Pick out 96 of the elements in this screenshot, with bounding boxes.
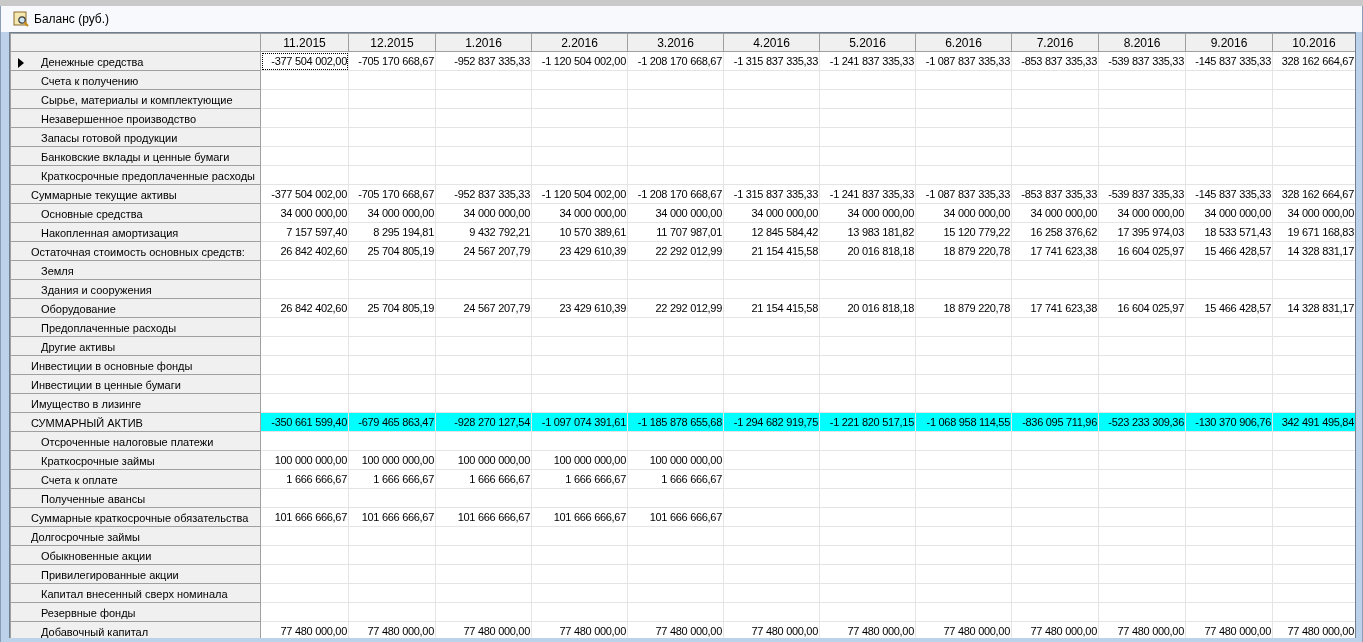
row-header[interactable]: Земля: [31, 264, 74, 279]
table-cell: -145 837 335,33: [1185, 51, 1273, 71]
table-cell: 34 000 000,00: [435, 203, 532, 223]
table-cell: 17 741 623,38: [1011, 241, 1099, 261]
table-cell: 34 000 000,00: [1098, 203, 1186, 223]
table-cell: 100 000 000,00: [531, 450, 628, 470]
table-cell: 100 000 000,00: [627, 450, 724, 470]
table-cell: 24 567 207,79: [435, 298, 532, 318]
table-cell: -1 087 837 335,33: [915, 184, 1012, 204]
table-cell: 1 666 666,67: [627, 469, 724, 489]
column-header[interactable]: 6.2016: [915, 33, 1012, 52]
table-cell: -1 120 504 002,00: [531, 184, 628, 204]
table-cell: 101 666 666,67: [627, 507, 724, 527]
table-cell: 34 000 000,00: [627, 203, 724, 223]
table-cell: -145 837 335,33: [1185, 184, 1273, 204]
column-header[interactable]: 3.2016: [627, 33, 724, 52]
table-cell: 101 666 666,67: [531, 507, 628, 527]
table-cell: 12 845 584,42: [723, 222, 820, 242]
table-cell: -377 504 002,00: [260, 184, 349, 204]
table-cell: -705 170 668,67: [348, 184, 436, 204]
window-title: Баланс (руб.): [34, 12, 110, 26]
table-cell: 21 154 415,58: [723, 298, 820, 318]
table-cell: -853 837 335,33: [1011, 51, 1099, 71]
table-cell: 101 666 666,67: [260, 507, 349, 527]
table-cell: -1 208 170 668,67: [627, 51, 724, 71]
table-cell: 15 466 428,57: [1185, 298, 1273, 318]
table-cell: 25 704 805,19: [348, 298, 436, 318]
table-cell: 15 120 779,22: [915, 222, 1012, 242]
table-cell: 34 000 000,00: [260, 203, 349, 223]
table-cell: 34 000 000,00: [1185, 203, 1273, 223]
table-cell: 34 000 000,00: [348, 203, 436, 223]
table-cell: -853 837 335,33: [1011, 184, 1099, 204]
table-cell: 18 879 220,78: [915, 298, 1012, 318]
table-cell: -377 504 002,00: [260, 51, 349, 71]
table-cell: 34 000 000,00: [723, 203, 820, 223]
table-cell: -1 120 504 002,00: [531, 51, 628, 71]
table-cell: 101 666 666,67: [348, 507, 436, 527]
column-header[interactable]: 8.2016: [1098, 33, 1186, 52]
table-cell: 100 000 000,00: [435, 450, 532, 470]
table-cell: -539 837 335,33: [1098, 184, 1186, 204]
column-header[interactable]: 10.2016: [1272, 33, 1355, 52]
table-cell: 100 000 000,00: [348, 450, 436, 470]
table-cell: -705 170 668,67: [348, 51, 436, 71]
table-cell: 34 000 000,00: [531, 203, 628, 223]
table-cell: -1 315 837 335,33: [723, 184, 820, 204]
table-cell: 22 292 012,99: [627, 298, 724, 318]
table-cell: 26 842 402,60: [260, 241, 349, 261]
table-cell: 26 842 402,60: [260, 298, 349, 318]
column-header[interactable]: 1.2016: [435, 33, 532, 52]
table-cell: 1 666 666,67: [348, 469, 436, 489]
table-cell: 10 570 389,61: [531, 222, 628, 242]
table-cell: -1 241 837 335,33: [819, 51, 916, 71]
column-header[interactable]: 11.2015: [260, 33, 349, 52]
table-cell: -1 315 837 335,33: [723, 51, 820, 71]
table-cell: 24 567 207,79: [435, 241, 532, 261]
table-cell: 34 000 000,00: [1011, 203, 1099, 223]
table-cell: 22 292 012,99: [627, 241, 724, 261]
table-cell: 20 016 818,18: [819, 298, 916, 318]
column-header[interactable]: 12.2015: [348, 33, 436, 52]
table-cell: 1 666 666,67: [435, 469, 532, 489]
window-icon: [13, 11, 29, 27]
table-cell: 8 295 194,81: [348, 222, 436, 242]
column-header[interactable]: 4.2016: [723, 33, 820, 52]
column-header[interactable]: 7.2016: [1011, 33, 1099, 52]
table-cell: -1 087 837 335,33: [915, 51, 1012, 71]
table-cell: 20 016 818,18: [819, 241, 916, 261]
column-header[interactable]: 2.2016: [531, 33, 628, 52]
table-cell: 9 432 792,21: [435, 222, 532, 242]
table-cell: 17 741 623,38: [1011, 298, 1099, 318]
table-cell: 1 666 666,67: [260, 469, 349, 489]
table-cell: 1 666 666,67: [531, 469, 628, 489]
table-cell: 34 000 000,00: [915, 203, 1012, 223]
table-cell: 23 429 610,39: [531, 241, 628, 261]
table-cell: -952 837 335,33: [435, 184, 532, 204]
table-cell: -539 837 335,33: [1098, 51, 1186, 71]
table-cell: 17 395 974,03: [1098, 222, 1186, 242]
table-cell: 101 666 666,67: [435, 507, 532, 527]
column-header[interactable]: 5.2016: [819, 33, 916, 52]
table-cell: 16 604 025,97: [1098, 298, 1186, 318]
table-cell: -952 837 335,33: [435, 51, 532, 71]
table-cell: 23 429 610,39: [531, 298, 628, 318]
column-header[interactable]: 9.2016: [1185, 33, 1273, 52]
table-cell: 13 983 181,82: [819, 222, 916, 242]
table-cell: -1 241 837 335,33: [819, 184, 916, 204]
table-cell: 16 604 025,97: [1098, 241, 1186, 261]
table-cell: -1 208 170 668,67: [627, 184, 724, 204]
table-cell: 100 000 000,00: [260, 450, 349, 470]
table-cell: 21 154 415,58: [723, 241, 820, 261]
table-cell: 25 704 805,19: [348, 241, 436, 261]
table-cell: 18 879 220,78: [915, 241, 1012, 261]
table-cell: 16 258 376,62: [1011, 222, 1099, 242]
table-cell: 34 000 000,00: [819, 203, 916, 223]
table-cell: 18 533 571,43: [1185, 222, 1273, 242]
table-cell: 7 157 597,40: [260, 222, 349, 242]
table-cell: 15 466 428,57: [1185, 241, 1273, 261]
table-cell: 11 707 987,01: [627, 222, 724, 242]
